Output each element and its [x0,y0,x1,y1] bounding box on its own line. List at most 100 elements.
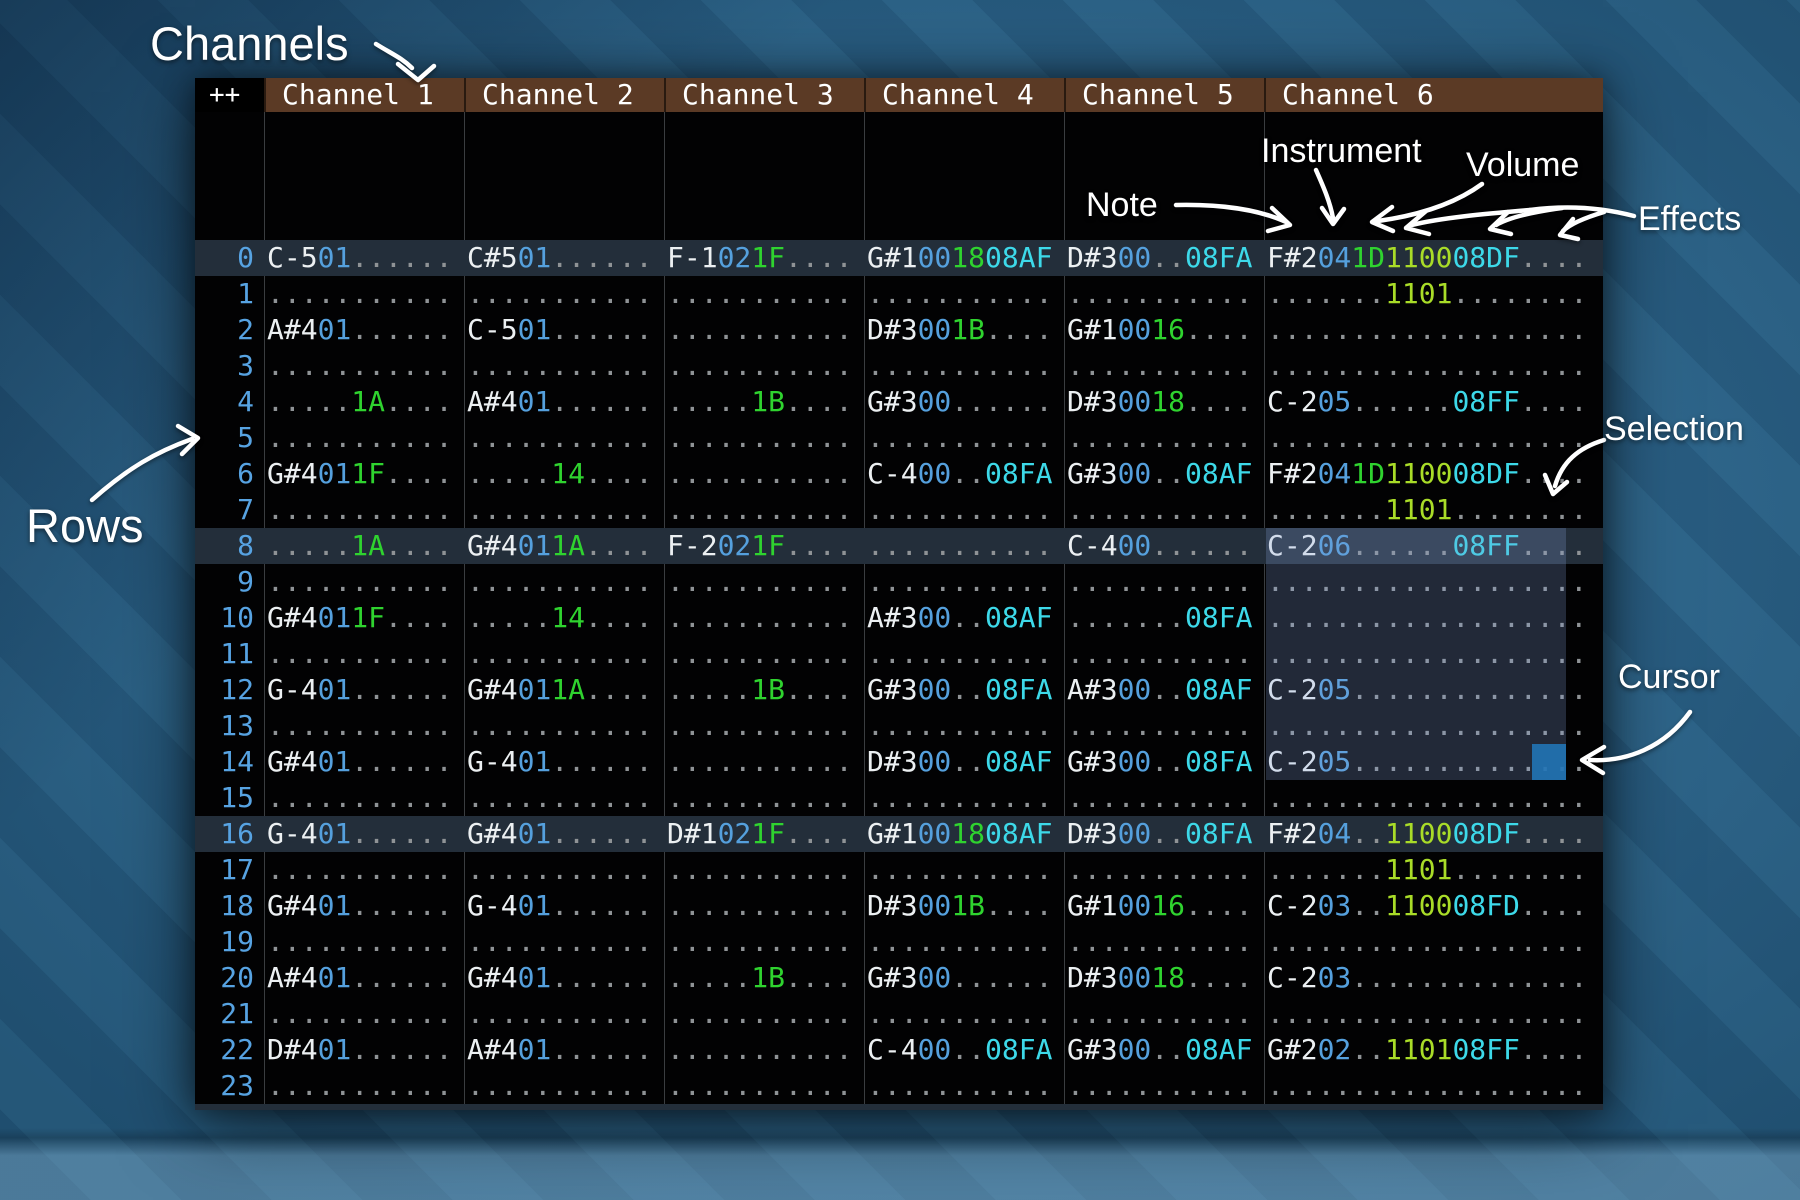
pattern-cell[interactable]: ................... [1264,1068,1603,1104]
pattern-cell[interactable]: C-400...... [1064,1104,1264,1110]
pattern-cell[interactable]: ........... [464,636,664,672]
add-channel-button[interactable]: ++ [195,78,264,112]
pattern-cell[interactable]: G#300..08AF [1064,456,1264,492]
pattern-cell[interactable]: D#3001B.... [864,888,1064,924]
pattern-cell[interactable]: ........... [864,780,1064,816]
pattern-cell[interactable]: ........... [664,492,864,528]
pattern-cell[interactable]: C-501...... [264,240,464,276]
pattern-cell[interactable]: ........... [664,744,864,780]
pattern-cell[interactable]: ........... [864,852,1064,888]
pattern-cell[interactable]: ........... [1064,564,1264,600]
pattern-cell[interactable]: G-401...... [264,672,464,708]
pattern-cell[interactable]: ........... [464,348,664,384]
pattern-cell[interactable]: .......1101........ [1264,276,1603,312]
pattern-cell[interactable]: ........... [464,492,664,528]
pattern-cell[interactable]: ........... [664,924,864,960]
pattern-cell[interactable]: ........... [664,348,864,384]
pattern-cell[interactable]: ........... [1064,924,1264,960]
pattern-cell[interactable]: F#2041D110008DF.... [1264,240,1603,276]
pattern-cell[interactable]: ........... [1064,1068,1264,1104]
pattern-cell[interactable]: C-203..110008FD.... [1264,888,1603,924]
pattern-cell[interactable]: C-400..08FA [864,456,1064,492]
pattern-cell[interactable]: G#4011F.... [264,456,464,492]
pattern-cell[interactable]: ........... [664,996,864,1032]
pattern-cell[interactable]: ........... [664,1032,864,1068]
pattern-cell[interactable]: ........... [664,600,864,636]
pattern-cell[interactable]: ........... [1064,420,1264,456]
pattern-cell[interactable]: ........... [664,780,864,816]
pattern-cell[interactable]: ........... [664,852,864,888]
channel-header[interactable]: Channel 1 [264,78,464,112]
pattern-cell[interactable]: C-203.............. [1264,960,1603,996]
pattern-cell[interactable]: A#401...... [464,384,664,420]
pattern-cell[interactable]: ........... [464,564,664,600]
pattern-cell[interactable]: ........... [464,1068,664,1104]
pattern-cell[interactable]: ........... [864,276,1064,312]
pattern-cell[interactable]: A#300..08AF [1064,672,1264,708]
pattern-cell[interactable]: D#2021F.... [664,1104,864,1110]
pattern-cell[interactable]: G#300...... [864,384,1064,420]
pattern-cell[interactable]: F#2041D110008DF.... [1264,456,1603,492]
pattern-cell[interactable]: ........... [664,636,864,672]
pattern-cell[interactable]: F#204..110008DF.... [1264,816,1603,852]
pattern-cell[interactable]: ................... [1264,312,1603,348]
pattern-cell[interactable]: G#401...... [264,744,464,780]
pattern-cell[interactable]: ........... [864,1068,1064,1104]
channel-header[interactable]: Channel 3 [664,78,864,112]
pattern-cell[interactable]: ........... [1064,348,1264,384]
pattern-cell[interactable]: A#401...... [464,1032,664,1068]
pattern-cell[interactable]: .......1101........ [1264,852,1603,888]
pattern-cell[interactable]: D#30018.... [1064,384,1264,420]
pattern-cell[interactable]: G#401...... [464,960,664,996]
pattern-cell[interactable]: .....14.... [464,456,664,492]
pattern-cell[interactable]: ........... [864,636,1064,672]
pattern-cell[interactable]: D#30018.... [1064,960,1264,996]
pattern-cell[interactable]: C#501...... [464,240,664,276]
pattern-cell[interactable]: G#4011A.... [464,672,664,708]
pattern-cell[interactable]: G#401...... [264,888,464,924]
pattern-cell[interactable]: ........... [264,852,464,888]
pattern-cell[interactable]: G#300..08FA [1064,744,1264,780]
pattern-cell[interactable]: ........... [264,996,464,1032]
pattern-cell[interactable]: ........... [1064,996,1264,1032]
pattern-cell[interactable]: ........... [864,924,1064,960]
pattern-cell[interactable]: D#1021F.... [664,816,864,852]
pattern-cell[interactable]: .....14.... [464,600,664,636]
pattern-cell[interactable]: ........... [264,348,464,384]
pattern-cell[interactable]: D#401...... [464,1104,664,1110]
pattern-cell[interactable]: ........... [1064,780,1264,816]
pattern-cell[interactable]: ........... [864,708,1064,744]
pattern-cell[interactable]: .....1A.... [264,528,464,564]
pattern-cell[interactable]: ........... [464,420,664,456]
pattern-cell[interactable]: C-400..08FA [864,1032,1064,1068]
channel-header[interactable]: Channel 6 [1264,78,1603,112]
pattern-cell[interactable]: G#4011A.... [464,528,664,564]
pattern-cell[interactable]: G#10016.... [1064,888,1264,924]
pattern-cell[interactable]: G#1001808AF [864,240,1064,276]
pattern-cell[interactable]: ........... [464,852,664,888]
pattern-cell[interactable]: D#300..08FA [1064,240,1264,276]
pattern-cell[interactable]: ........... [1064,636,1264,672]
pattern-cell[interactable]: ........... [264,564,464,600]
pattern-cell[interactable]: D#300..08FA [1064,816,1264,852]
pattern-cell[interactable]: D#300..08AF [864,744,1064,780]
pattern-cell[interactable]: G#401...... [464,816,664,852]
channel-header[interactable]: Channel 5 [1064,78,1264,112]
pattern-cell[interactable]: .......08FA [1064,600,1264,636]
pattern-cell[interactable]: F-2021F.... [664,528,864,564]
pattern-cell[interactable]: ........... [264,1068,464,1104]
pattern-cell[interactable]: ........... [464,276,664,312]
pattern-cell[interactable]: ........... [464,780,664,816]
pattern-cell[interactable]: .....1B.... [664,384,864,420]
pattern-cell[interactable]: ........... [464,708,664,744]
pattern-cell[interactable]: G#10016.... [1064,312,1264,348]
pattern-cell[interactable]: .....1B.... [664,960,864,996]
pattern-cell[interactable]: ........... [264,1104,464,1110]
pattern-cell[interactable]: ........... [264,636,464,672]
pattern-cell[interactable]: D#3001B.... [864,312,1064,348]
pattern-cell[interactable]: ........... [864,996,1064,1032]
pattern-cell[interactable]: G#300...... [864,960,1064,996]
pattern-cell[interactable]: C-205......08FF.... [1264,384,1603,420]
pattern-cell[interactable]: ........... [864,564,1064,600]
pattern-cell[interactable]: G#300..08AF [1064,1032,1264,1068]
